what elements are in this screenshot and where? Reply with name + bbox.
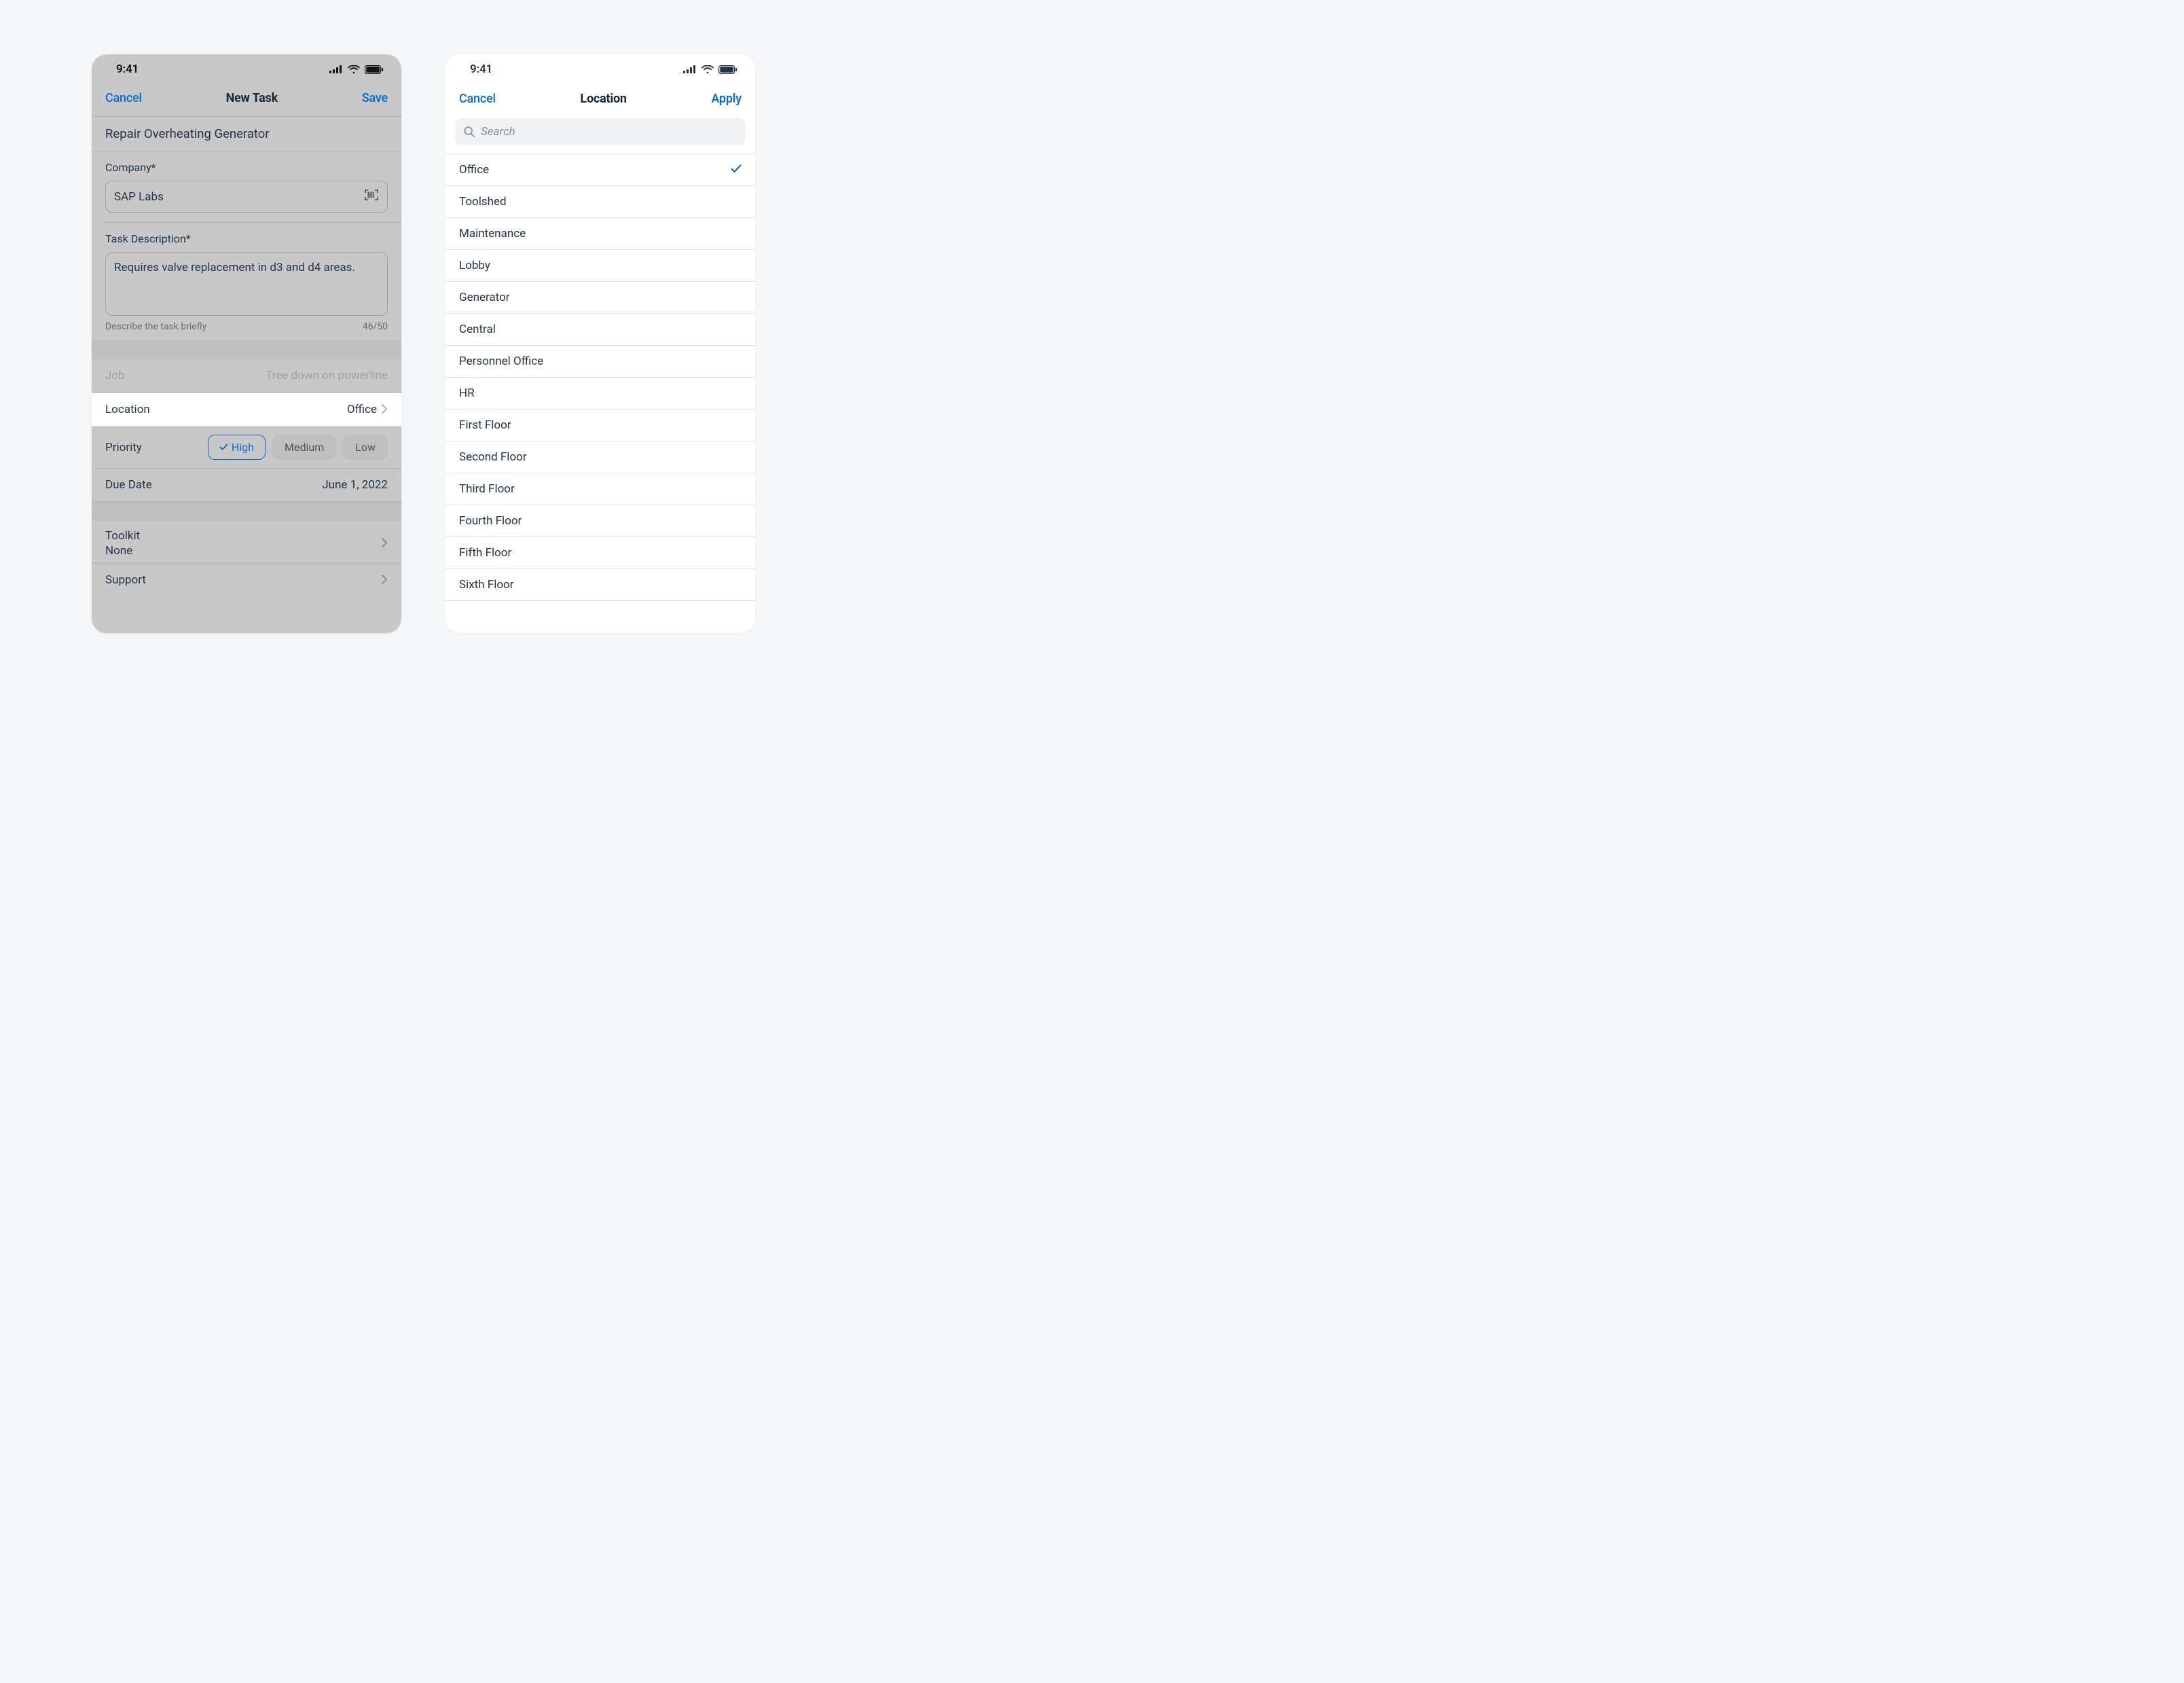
battery-icon	[718, 65, 738, 74]
location-row[interactable]: Location Office	[92, 393, 401, 427]
wifi-icon	[348, 65, 360, 74]
location-option[interactable]: Toolshed	[445, 186, 755, 218]
battery-icon	[365, 65, 384, 74]
location-option[interactable]: Second Floor	[445, 441, 755, 473]
location-option-label: Generator	[459, 291, 510, 304]
priority-segmented-control: High Medium Low	[208, 435, 388, 460]
apply-button[interactable]: Apply	[711, 92, 742, 106]
location-option-label: HR	[459, 386, 475, 400]
location-label: Location	[105, 403, 150, 416]
status-icons	[683, 65, 738, 74]
location-option[interactable]: Fifth Floor	[445, 537, 755, 569]
save-button[interactable]: Save	[362, 91, 388, 105]
search-icon	[463, 126, 475, 138]
cellular-icon	[683, 65, 697, 73]
location-list: Office Toolshed Maintenance Lobby Generator C…	[445, 153, 755, 601]
task-description-hint-row: Describe the task briefly 46/50	[92, 316, 401, 340]
location-option[interactable]: Maintenance	[445, 218, 755, 250]
task-description-textarea[interactable]: Requires valve replacement in d3 and d4 …	[105, 252, 388, 316]
wifi-icon	[702, 65, 714, 74]
nav-bar: Cancel Location Apply	[445, 84, 755, 117]
check-icon	[219, 441, 228, 454]
support-label: Support	[105, 573, 146, 587]
task-description-hint: Describe the task briefly	[105, 321, 206, 332]
cellular-icon	[329, 65, 343, 73]
location-option-label: Fifth Floor	[459, 546, 511, 560]
company-label: Company*	[92, 151, 401, 178]
toolkit-label: Toolkit	[105, 529, 140, 543]
section-spacer	[92, 502, 401, 521]
due-date-value: June 1, 2022	[322, 478, 388, 492]
support-row[interactable]: Support	[92, 564, 401, 596]
job-value: Tree down on powerline	[266, 369, 388, 382]
priority-option-high-label: High	[232, 441, 254, 454]
company-input[interactable]: SAP Labs	[105, 181, 388, 213]
task-description-counter: 46/50	[363, 321, 388, 332]
phone-new-task: 9:41 Cancel New Task Save Repair Overhea…	[92, 54, 401, 633]
search-input[interactable]: Search	[455, 118, 746, 145]
location-option[interactable]: Sixth Floor	[445, 569, 755, 601]
due-date-row[interactable]: Due Date June 1, 2022	[92, 469, 401, 502]
chevron-right-icon	[381, 403, 388, 416]
priority-option-low[interactable]: Low	[343, 435, 388, 460]
nav-title: New Task	[226, 91, 278, 105]
status-bar: 9:41	[92, 54, 401, 84]
status-time: 9:41	[116, 62, 139, 76]
location-option[interactable]: Office	[445, 154, 755, 186]
job-label: Job	[105, 369, 125, 382]
status-time: 9:41	[470, 62, 492, 76]
toolkit-row[interactable]: Toolkit None	[92, 521, 401, 564]
location-option-label: Lobby	[459, 259, 490, 272]
location-option[interactable]: Third Floor	[445, 473, 755, 505]
cancel-button[interactable]: Cancel	[105, 91, 142, 105]
location-option[interactable]: HR	[445, 378, 755, 410]
priority-label: Priority	[105, 441, 142, 454]
nav-bar: Cancel New Task Save	[92, 84, 401, 117]
status-icons	[329, 65, 384, 74]
location-value: Office	[347, 403, 377, 416]
due-date-label: Due Date	[105, 478, 152, 492]
cancel-button[interactable]: Cancel	[459, 92, 496, 106]
search-placeholder: Search	[481, 125, 515, 139]
location-option-label: Personnel Office	[459, 355, 543, 368]
priority-option-high[interactable]: High	[208, 435, 266, 460]
location-option-label: Fourth Floor	[459, 514, 522, 528]
toolkit-value: None	[105, 544, 140, 558]
location-option-label: Second Floor	[459, 450, 527, 464]
location-option[interactable]: Central	[445, 314, 755, 346]
chevron-right-icon	[381, 573, 388, 587]
location-option-label: Central	[459, 323, 496, 336]
location-option-label: Toolshed	[459, 195, 507, 209]
location-option-label: Office	[459, 163, 489, 177]
location-option[interactable]: Lobby	[445, 250, 755, 282]
priority-row: Priority High Medium Low	[92, 427, 401, 469]
task-title-input[interactable]: Repair Overheating Generator	[92, 117, 401, 151]
location-option[interactable]: Personnel Office	[445, 346, 755, 378]
location-option-label: Maintenance	[459, 227, 526, 240]
status-bar: 9:41	[445, 54, 755, 84]
chevron-right-icon	[381, 537, 388, 550]
location-option[interactable]: Generator	[445, 282, 755, 314]
job-row: Job Tree down on powerline	[92, 359, 401, 393]
location-option-label: Sixth Floor	[459, 578, 513, 592]
phone-location-picker: 9:41 Cancel Location Apply Search Office…	[445, 54, 755, 633]
section-spacer	[92, 340, 401, 359]
location-option-label: First Floor	[459, 418, 511, 432]
location-option-label: Third Floor	[459, 482, 515, 496]
location-option[interactable]: First Floor	[445, 410, 755, 441]
location-option[interactable]: Fourth Floor	[445, 505, 755, 537]
task-description-label: Task Description*	[92, 223, 401, 249]
check-icon	[731, 163, 742, 177]
nav-title: Location	[580, 92, 626, 106]
priority-option-medium[interactable]: Medium	[272, 435, 336, 460]
company-value: SAP Labs	[114, 190, 364, 204]
barcode-scan-icon[interactable]	[364, 189, 379, 204]
